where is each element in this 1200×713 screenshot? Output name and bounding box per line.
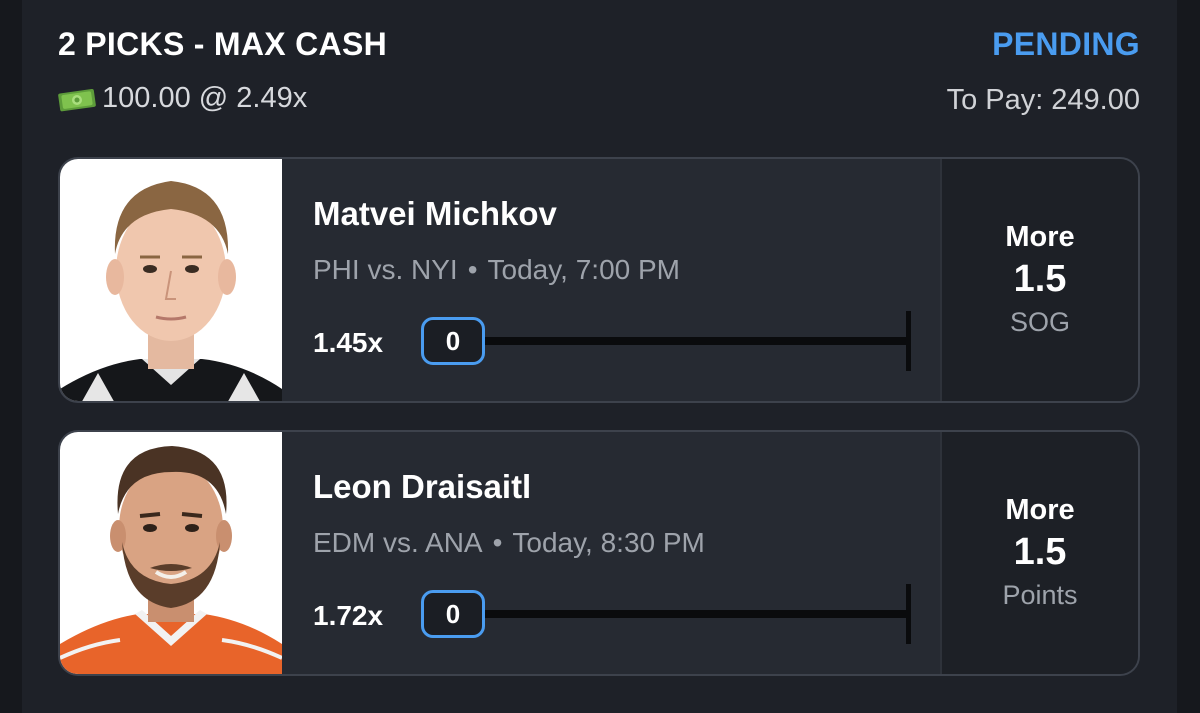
- player-photo: [60, 432, 283, 674]
- left-edge: [0, 0, 22, 713]
- current-value-pill: 0: [421, 317, 485, 365]
- matchup-text: PHI vs. NYI: [313, 254, 458, 285]
- pick-direction: More: [1005, 221, 1075, 254]
- multiplier: 1.72x: [313, 600, 384, 631]
- pick-line: 1.5: [1013, 258, 1067, 301]
- matchup-text: EDM vs. ANA: [313, 527, 483, 558]
- pick-card-2[interactable]: Leon Draisaitl EDM vs. ANA • Today, 8:30…: [58, 430, 1140, 676]
- player-name: Matvei Michkov: [313, 195, 557, 232]
- stake-row: 100.00 @ 2.49x: [58, 82, 307, 115]
- pick-card-1[interactable]: Matvei Michkov PHI vs. NYI • Today, 7:00…: [58, 157, 1140, 403]
- pick-direction: More: [1005, 494, 1075, 527]
- pick-stat: SOG: [1009, 306, 1070, 337]
- bullet-separator: •: [492, 527, 503, 558]
- progress-track: [485, 610, 910, 618]
- to-pay-label: To Pay:: [946, 84, 1044, 116]
- projection-panel: More 1.5 SOG: [940, 159, 1138, 401]
- pick-stat: Points: [1002, 579, 1078, 610]
- game-time: Today, 7:00 PM: [487, 254, 680, 285]
- projection-panel: More 1.5 Points: [940, 432, 1138, 674]
- money-bill-icon: [58, 86, 98, 112]
- multiplier: 1.45x: [313, 327, 384, 358]
- pick-line: 1.5: [1013, 531, 1067, 574]
- current-value-pill: 0: [421, 590, 485, 638]
- player-name: Leon Draisaitl: [313, 468, 532, 505]
- game-time: Today, 8:30 PM: [512, 527, 705, 558]
- progress-track: [485, 337, 910, 345]
- slip-title: 2 PICKS - MAX CASH: [58, 26, 387, 62]
- game-info: EDM vs. ANA • Today, 8:30 PM: [313, 527, 705, 559]
- bullet-separator: •: [467, 254, 478, 285]
- to-pay: To Pay: 249.00: [947, 84, 1140, 117]
- status-badge: PENDING: [992, 26, 1140, 62]
- to-pay-value: 249.00: [1051, 84, 1140, 116]
- right-edge: [1177, 0, 1200, 713]
- stake-text: 100.00 @ 2.49x: [102, 82, 308, 114]
- player-photo: [60, 159, 282, 401]
- progress-target-marker: [906, 584, 911, 644]
- game-info: PHI vs. NYI • Today, 7:00 PM: [313, 254, 680, 286]
- progress-target-marker: [906, 311, 911, 371]
